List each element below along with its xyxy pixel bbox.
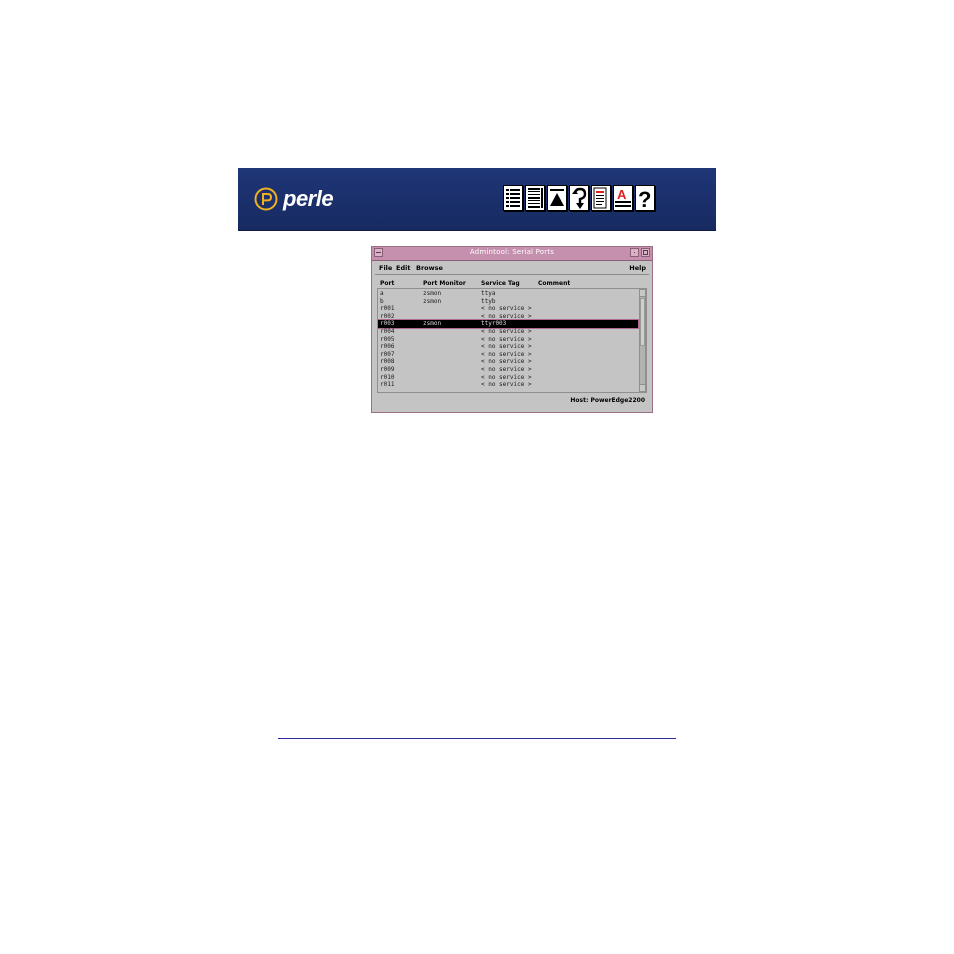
port-cell: r002 — [380, 312, 395, 320]
top-icon[interactable] — [547, 185, 567, 211]
port-cell: r006 — [380, 343, 395, 351]
service-tag-cell: < no service > — [481, 350, 532, 358]
minimize-button[interactable] — [630, 248, 639, 257]
table-row[interactable]: r001 < no service > — [378, 305, 638, 313]
port-monitor-cell: zsmon — [423, 297, 442, 305]
footer-divider — [278, 738, 676, 739]
table-row[interactable]: a zsmon ttya — [378, 290, 638, 298]
back-icon[interactable] — [569, 185, 589, 211]
window-title: Admintool: Serial Ports — [469, 248, 555, 256]
service-tag-cell: ttya — [481, 290, 496, 297]
service-tag-cell: ttyb — [481, 297, 496, 305]
perle-logo-icon — [254, 187, 278, 211]
help-icon[interactable]: ? — [635, 185, 655, 211]
port-cell: r004 — [380, 328, 395, 335]
column-header-port: Port — [380, 280, 395, 287]
menu-browse[interactable]: Browse — [416, 264, 443, 272]
scroll-up-arrow-icon[interactable] — [640, 290, 645, 297]
port-cell: a — [380, 290, 384, 297]
service-tag-cell: ttyr003 — [481, 320, 507, 328]
table-row[interactable]: r007 < no service > — [378, 351, 638, 359]
table-row[interactable]: r002 < no service > — [378, 313, 638, 321]
table-row[interactable]: r005 < no service > — [378, 336, 638, 344]
port-cell: r007 — [380, 350, 395, 358]
column-header-port-monitor: Port Monitor — [423, 280, 466, 287]
table-row[interactable]: r009 < no service > — [378, 366, 638, 374]
menu-bar: File Edit Browse Help — [372, 261, 652, 273]
document-icon[interactable] — [591, 185, 611, 211]
menu-file[interactable]: File — [379, 264, 392, 272]
column-header-comment: Comment — [538, 280, 571, 287]
menu-help[interactable]: Help — [629, 264, 646, 272]
maximize-button[interactable] — [641, 248, 650, 257]
contents-icon[interactable] — [503, 185, 523, 211]
menu-edit[interactable]: Edit — [396, 264, 410, 272]
service-tag-cell: < no service > — [481, 373, 532, 381]
service-tag-cell: < no service > — [481, 381, 532, 389]
table-row[interactable]: r010 < no service > — [378, 374, 638, 382]
port-cell: r005 — [380, 335, 395, 343]
table-row[interactable]: r008 < no service > — [378, 358, 638, 366]
port-cell: b — [380, 297, 384, 305]
admintool-serial-ports-window: Admintool: Serial Ports File Edit Browse… — [371, 246, 653, 413]
list-scrollbar[interactable] — [639, 289, 646, 392]
scroll-down-arrow-icon[interactable] — [640, 384, 645, 391]
navigation-toolbar: A ? — [503, 185, 655, 211]
service-tag-cell: < no service > — [481, 343, 532, 351]
port-cell: r003 — [380, 320, 395, 328]
table-row[interactable]: r011 < no service > — [378, 381, 638, 389]
host-status: Host: PowerEdge2200 — [570, 397, 645, 404]
table-row[interactable]: r006 < no service > — [378, 343, 638, 351]
serial-ports-list[interactable]: a zsmon ttya b zsmon ttyb r001 < no service > r0… — [378, 289, 640, 392]
service-tag-cell: < no service > — [481, 366, 532, 373]
service-tag-cell: < no service > — [481, 312, 532, 320]
index-icon[interactable] — [525, 185, 545, 211]
perle-header-banner: perle A ? — [238, 168, 716, 231]
perle-logo[interactable]: perle — [254, 184, 334, 214]
service-tag-cell: < no service > — [481, 335, 532, 343]
port-cell: r010 — [380, 373, 395, 381]
scroll-thumb[interactable] — [640, 298, 645, 346]
port-cell: r008 — [380, 358, 395, 366]
port-cell: r011 — [380, 381, 395, 389]
svg-text:A: A — [617, 187, 627, 202]
column-headers: Port Port Monitor Service Tag Comment — [372, 280, 652, 289]
service-tag-cell: < no service > — [481, 305, 532, 313]
svg-text:?: ? — [638, 187, 651, 210]
column-header-service-tag: Service Tag — [481, 280, 520, 287]
table-row[interactable]: r003 zsmon ttyr003 — [378, 319, 639, 329]
service-tag-cell: < no service > — [481, 358, 532, 366]
menu-divider — [375, 274, 649, 275]
port-cell: r001 — [380, 305, 395, 313]
perle-logo-text: perle — [283, 186, 334, 211]
table-row[interactable]: b zsmon ttyb — [378, 298, 638, 306]
port-cell: r009 — [380, 366, 395, 373]
port-monitor-cell: zsmon — [423, 290, 442, 297]
font-icon[interactable]: A — [613, 185, 633, 211]
service-tag-cell: < no service > — [481, 328, 532, 335]
table-row[interactable]: r004 < no service > — [378, 328, 638, 336]
window-titlebar[interactable]: Admintool: Serial Ports — [372, 247, 652, 261]
port-monitor-cell: zsmon — [423, 320, 442, 328]
